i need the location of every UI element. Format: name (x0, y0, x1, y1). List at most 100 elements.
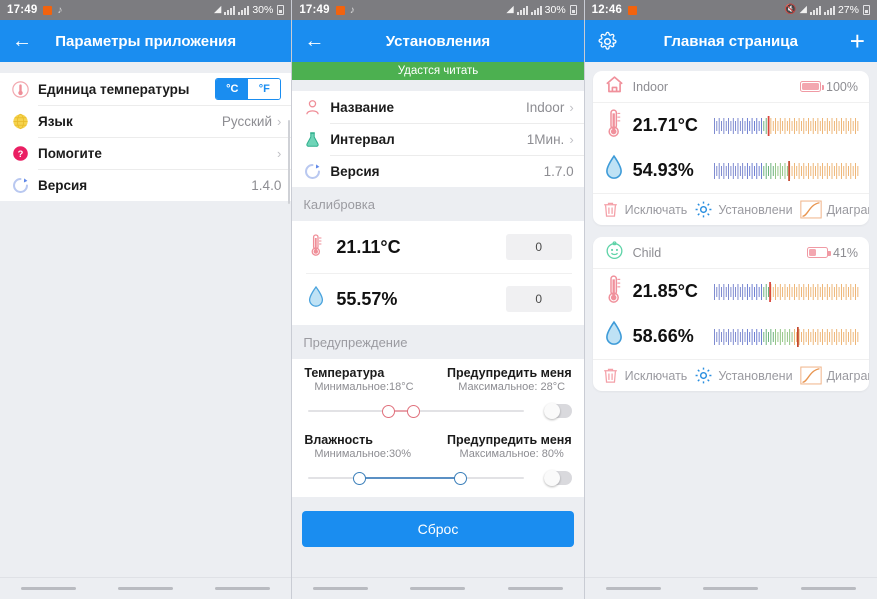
add-device-button[interactable]: + (850, 28, 865, 54)
nav-recent-button[interactable] (313, 587, 369, 590)
row-value: Русский (221, 113, 272, 129)
sensor-humidity-row: 54.93% (593, 148, 869, 193)
sensor-card: Indoor 100% 21.71°C 54.93% Исключать Уст… (592, 71, 869, 225)
orange-square-icon (628, 5, 638, 15)
sensor-humidity-row: 58.66% (593, 314, 869, 359)
thermometer-icon (604, 274, 624, 309)
row-version: Версия 1.4.0 (0, 169, 292, 201)
nav-home-button[interactable] (118, 587, 174, 590)
row-device-name[interactable]: Название Indoor › (292, 91, 584, 123)
humidity-alert-toggle[interactable] (543, 470, 572, 486)
battery-icon (806, 247, 831, 258)
delete-label: Исключать (624, 368, 688, 383)
alerts-card: Температура Предупредить меня Минимально… (292, 359, 584, 497)
nav-back-button[interactable] (800, 587, 856, 590)
temperature-unit-toggle[interactable]: °C °F (215, 78, 282, 100)
row-help[interactable]: ? Помогите › (0, 137, 292, 169)
alert-controls (304, 469, 572, 487)
battery-icon (862, 5, 870, 15)
system-nav-bar (0, 577, 292, 599)
row-interval[interactable]: Интервал 1Мин. › (292, 123, 584, 155)
droplet-icon (306, 285, 326, 314)
battery-icon (277, 5, 285, 15)
chevron-right-icon: › (569, 99, 574, 115)
nav-back-button[interactable] (215, 587, 271, 590)
slider-knob-max[interactable] (407, 405, 421, 418)
calibration-offset-input-temperature[interactable]: 0 (505, 234, 572, 260)
battery-percent: 27% (837, 4, 859, 16)
nav-home-button[interactable] (703, 587, 759, 590)
slider-knob-min[interactable] (382, 405, 396, 418)
row-temperature-unit[interactable]: Единица температуры °C °F (0, 73, 292, 105)
temperature-alert-toggle[interactable] (543, 403, 572, 419)
unit-fahrenheit-button[interactable]: °F (248, 79, 281, 99)
calibration-header: Калибровка (292, 187, 584, 221)
music-note-icon: ♪ (349, 4, 355, 16)
slider-knob-max[interactable] (453, 472, 467, 485)
chart-label: Диаграмма (826, 368, 869, 383)
status-time: 12:46 (591, 4, 623, 16)
music-note-icon: ♪ (57, 4, 63, 16)
droplet-icon (604, 320, 624, 353)
orange-square-icon (43, 5, 53, 15)
chart-action[interactable]: Диаграмма (799, 366, 869, 385)
system-nav-bar (584, 577, 877, 599)
nav-back-button[interactable] (507, 587, 563, 590)
orange-square-icon (335, 5, 345, 15)
temperature-gauge (713, 115, 859, 137)
unit-celsius-button[interactable]: °C (216, 79, 249, 99)
alert-titles: Температура Предупредить меня (304, 366, 571, 380)
alert-bounds: Минимальное:30% Максимальное: 80% (304, 448, 571, 461)
sensor-name: Indoor (632, 79, 669, 94)
alert-bounds: Минимальное:18°C Максимальное: 28°C (304, 381, 571, 394)
reset-button[interactable]: Сброс (302, 511, 574, 547)
nav-recent-button[interactable] (605, 587, 661, 590)
temperature-range-slider[interactable] (304, 402, 527, 420)
back-button[interactable]: ← (12, 31, 32, 51)
sensor-actions: Исключать Установлени Диагра (592, 359, 869, 391)
battery-percent: 100% (826, 79, 858, 94)
calibration-row-temperature: 21.11°C 0 (292, 221, 584, 273)
alert-titles: Влажность Предупредить меня (304, 433, 571, 447)
slider-knob-min[interactable] (353, 472, 367, 485)
status-bar: 17:49 ♪ ◢ 30% (292, 0, 584, 20)
humidity-value: 58.66% (632, 326, 694, 346)
humidity-gauge (713, 326, 859, 348)
battery-icon (800, 81, 824, 92)
settings-card: Единица температуры °C °F Язык Русский ›… (0, 73, 292, 201)
globe-icon (9, 113, 31, 130)
calibration-row-humidity: 55.57% 0 (292, 273, 584, 325)
delete-action[interactable]: Исключать (601, 366, 688, 385)
nav-recent-button[interactable] (21, 587, 77, 590)
gear-icon[interactable] (597, 31, 618, 52)
status-time: 17:49 (7, 4, 38, 16)
humidity-value: 54.93% (632, 160, 694, 180)
battery-icon (569, 5, 577, 15)
settings-action[interactable]: Установлени (694, 366, 793, 385)
chart-action[interactable]: Диаграмма (799, 200, 869, 219)
chart-label: Диаграмма (826, 202, 869, 217)
status-left-icons: ♪ (335, 4, 355, 16)
sensor-temperature-row: 21.71°C (593, 103, 869, 148)
slider-fill (360, 477, 461, 479)
calibration-offset-input-humidity[interactable]: 0 (505, 286, 572, 312)
row-firmware-version: Версия 1.7.0 (292, 155, 584, 187)
status-bar: 17:49 ♪ ◢ 30% (0, 0, 292, 20)
sensor-temperature-row: 21.85°C (593, 269, 869, 314)
delete-action[interactable]: Исключать (601, 200, 687, 219)
humidity-range-slider[interactable] (304, 469, 527, 487)
app-bar: Главная страница + (584, 20, 877, 62)
signal-icon-1 (224, 5, 236, 15)
wifi-icon: ◢ (214, 4, 222, 16)
status-left-icons: ♪ (43, 5, 62, 16)
system-nav-bar (292, 577, 584, 599)
nav-home-button[interactable] (410, 587, 466, 590)
settings-action[interactable]: Установлени (694, 200, 793, 219)
refresh-icon (301, 163, 323, 180)
back-button[interactable]: ← (304, 31, 324, 51)
row-label: Помогите (38, 145, 102, 161)
sensor-card: Child 41% 21.85°C 58.66% Исключать Устан… (592, 237, 869, 391)
alert-max: Максимальное: 28°C (458, 381, 566, 393)
row-language[interactable]: Язык Русский › (0, 105, 292, 137)
app-bar: ← Параметры приложения (0, 20, 292, 62)
